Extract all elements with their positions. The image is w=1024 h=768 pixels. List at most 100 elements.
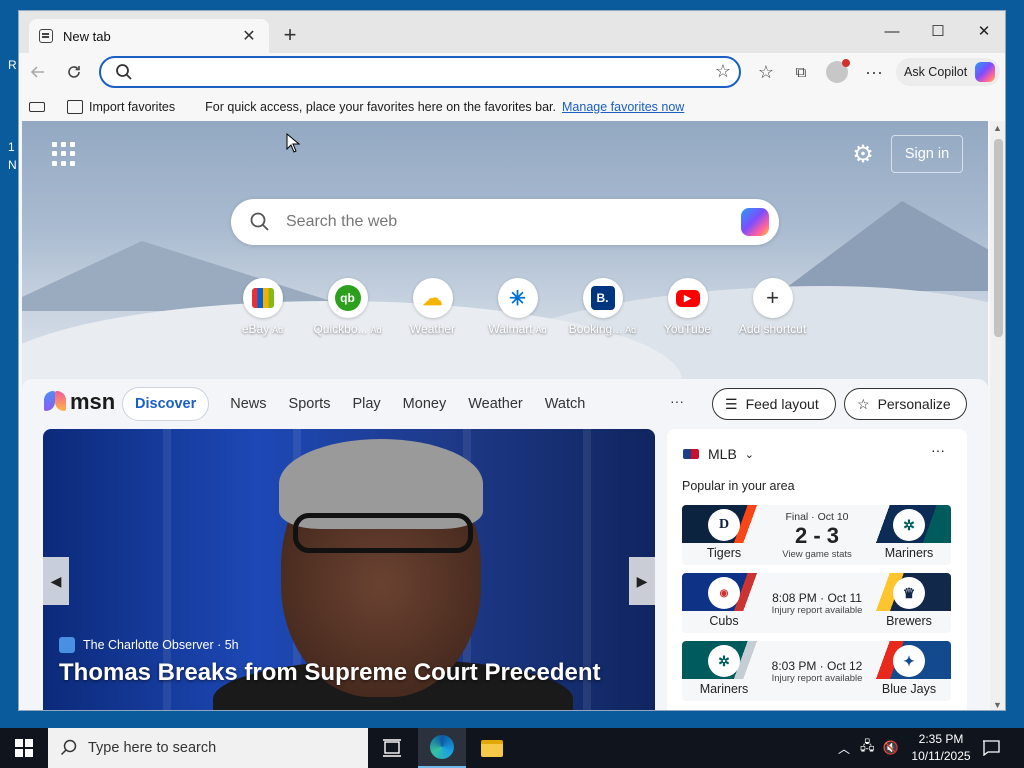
shortcut-label: Quickbo... [313,322,368,336]
address-bar[interactable]: ☆ [99,56,741,88]
page-settings-gear-icon[interactable]: ⚙ [850,142,876,168]
msn-logo[interactable]: msn [44,389,115,415]
chevron-up-icon[interactable]: ︿ [838,740,850,757]
source-logo-icon [59,637,75,653]
folder-icon [481,739,503,757]
system-tray: ︿ 🖧 🔇 [838,728,899,768]
tab-strip: New tab ✕ + — ☐ ✕ [19,11,1005,53]
shortcut-label: Add shortcut [738,322,807,336]
tab-new-tab[interactable]: New tab ✕ [29,19,269,53]
file-explorer-button[interactable] [468,728,516,768]
personalize-button[interactable]: ☆ Personalize [844,388,967,420]
msn-feed: msn Discover News Sports Play Money Weat… [22,379,988,710]
close-window-button[interactable]: ✕ [961,11,1005,51]
new-tab-button[interactable]: + [277,23,303,49]
tab-news[interactable]: News [219,387,277,421]
search-icon [60,739,77,756]
shortcut-quickbooks[interactable]: qb Quickbo... Ad [305,278,390,338]
mariners-logo-icon: ✲ [708,645,740,677]
search-icon [116,64,132,80]
favorites-star-icon: ☆ [757,61,775,82]
youtube-icon: ▶ [667,278,708,318]
scroll-up-arrow-icon[interactable]: ▲ [993,123,1002,133]
add-favorite-star-icon[interactable]: ☆ [715,61,731,82]
notifications-button[interactable] [968,728,1014,768]
mlb-card: MLB ⌄ ··· Popular in your area D Tigers Fi… [667,429,967,710]
scroll-down-arrow-icon[interactable]: ▼ [993,700,1002,710]
page-scrollbar[interactable]: ▲ ▼ [990,121,1005,710]
scrollbar-thumb[interactable] [994,139,1003,337]
start-button[interactable] [0,728,48,768]
carousel-next-button[interactable]: ▶ [629,557,655,605]
browser-window: New tab ✕ + — ☐ ✕ ☆ ☆ ⧉ ··· Ask Copilot [18,10,1006,711]
maximize-button[interactable]: ☐ [915,11,961,51]
avatar [826,59,850,83]
news-headline[interactable]: Thomas Breaks from Supreme Court Precede… [59,659,601,687]
home-team: ✲ Mariners [869,505,949,565]
taskbar-search-box[interactable]: Type here to search [48,728,368,768]
tab-watch[interactable]: Watch [534,387,597,421]
feed-nav: Discover News Sports Play Money Weather … [122,387,596,421]
shortcut-ebay[interactable]: eBay Ad [220,278,305,338]
manage-favorites-link[interactable]: Manage favorites now [562,100,684,114]
profile-button[interactable] [822,57,852,87]
shortcut-walmart[interactable]: ✳ Walmart Ad [475,278,560,338]
weather-icon: ☁ [412,278,453,318]
edge-taskbar-button[interactable] [418,728,466,768]
taskbar: Type here to search ︿ 🖧 🔇 2:35 PM 10/11/… [0,728,1024,768]
ask-copilot-button[interactable]: Ask Copilot [896,58,1000,86]
device-icon [29,102,45,112]
shortcut-youtube[interactable]: ▶ YouTube [645,278,730,338]
browser-toolbar: ☆ ☆ ⧉ ··· Ask Copilot [19,53,1005,91]
favorites-button[interactable]: ☆ [751,57,781,87]
speaker-muted-icon[interactable]: 🔇 [883,740,899,756]
quickbooks-icon: qb [327,278,368,318]
game-row[interactable]: ◉ Cubs 8:08 PM · Oct 11 Injury report ava… [682,573,951,633]
tab-sports[interactable]: Sports [278,387,342,421]
ad-badge: Ad [272,325,284,335]
close-tab-icon[interactable]: ✕ [239,26,259,46]
game-row[interactable]: ✲ Mariners 8:03 PM · Oct 12 Injury report… [682,641,951,701]
refresh-icon [68,66,80,78]
minimize-button[interactable]: — [869,11,915,51]
back-arrow-icon [30,66,44,78]
web-search-box[interactable]: Search the web [231,199,779,245]
collections-button[interactable]: ⧉ [786,57,816,87]
shortcut-label: Walmart [488,322,533,336]
game-row[interactable]: D Tigers Final · Oct 10 2 - 3 View game s… [682,505,951,565]
favorites-bar: Import favorites For quick access, place… [19,93,1005,121]
back-button[interactable] [23,57,53,87]
copilot-icon[interactable] [741,208,769,236]
ad-badge: Ad [370,325,382,335]
task-view-button[interactable] [368,728,416,768]
news-source: The Charlotte Observer · 5h [59,637,239,653]
tab-money[interactable]: Money [392,387,458,421]
app-launcher-icon[interactable] [52,142,76,166]
shortcut-booking[interactable]: B. Booking... Ad [560,278,645,338]
windows-logo-icon [15,739,33,757]
feed-layout-label: Feed layout [745,396,819,412]
shortcut-label: eBay [241,322,270,336]
network-icon[interactable]: 🖧 [860,737,875,759]
tab-discover[interactable]: Discover [122,387,210,421]
carousel-prev-button[interactable]: ◀ [43,557,69,605]
booking-icon: B. [582,278,623,318]
shortcut-weather[interactable]: ☁ Weather [390,278,475,338]
nav-more-button[interactable]: ··· [670,393,684,409]
hero-news-card[interactable]: ◀ ▶ The Charlotte Observer · 5h Thomas B… [43,429,655,710]
shortcut-label: YouTube [663,322,712,336]
refresh-button[interactable] [59,57,89,87]
mlb-more-button[interactable]: ··· [931,442,945,458]
feed-layout-button[interactable]: ☰ Feed layout [712,388,836,420]
import-favorites-button[interactable]: Import favorites [89,100,175,114]
settings-and-more-button[interactable]: ··· [859,57,889,87]
mlb-header[interactable]: MLB ⌄ [683,446,754,462]
sign-in-button[interactable]: Sign in [891,135,963,173]
ask-copilot-label: Ask Copilot [904,65,968,79]
shortcut-add[interactable]: + Add shortcut [730,278,815,338]
plus-icon: + [752,278,793,318]
task-view-icon [383,739,401,757]
tab-play[interactable]: Play [341,387,391,421]
address-input[interactable] [141,62,701,82]
tab-weather[interactable]: Weather [457,387,534,421]
